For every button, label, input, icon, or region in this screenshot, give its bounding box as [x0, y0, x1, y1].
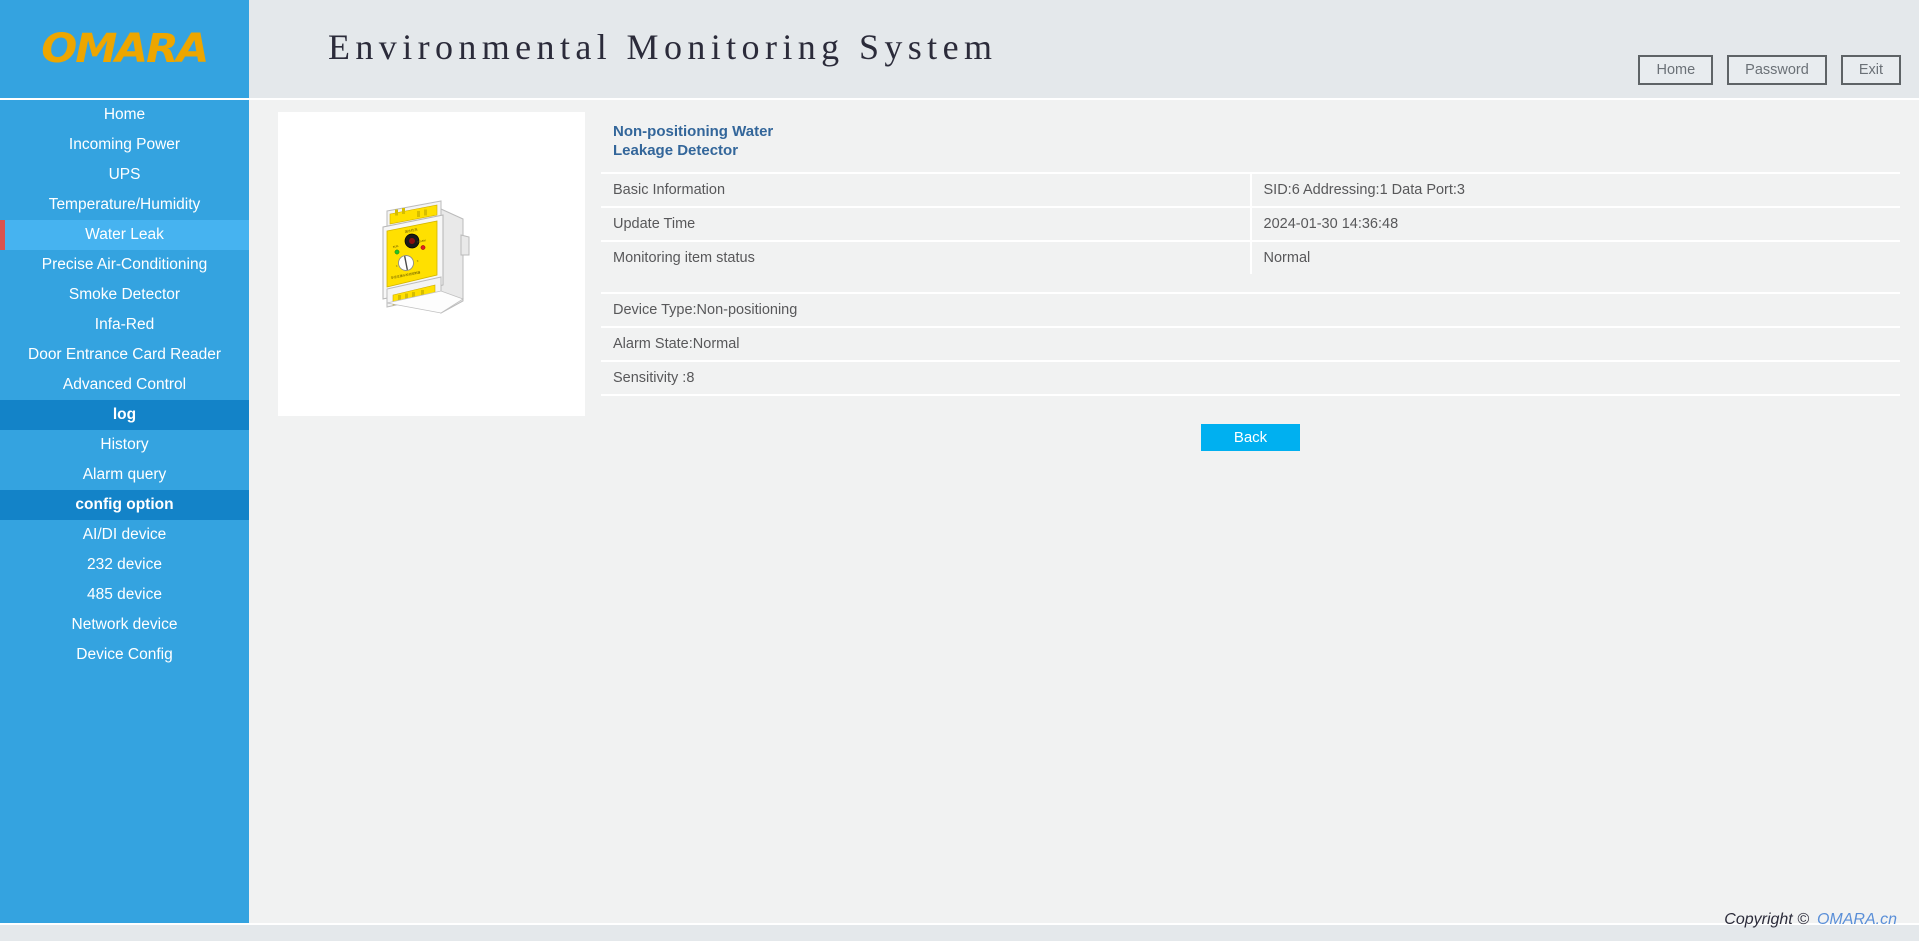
footer-bar [0, 923, 1919, 941]
sidebar-item-485-device[interactable]: 485 device [0, 580, 249, 610]
sidebar-item-alarm-query[interactable]: Alarm query [0, 460, 249, 490]
table-row: Basic Information SID:6 Addressing:1 Dat… [601, 172, 1900, 207]
device-detail-panel: 漏水检测 RUN ALARM 0 9 非定位漏水检测控制器 Non-positi… [278, 112, 1900, 451]
top-navigation: Home Password Exit [1638, 55, 1901, 85]
copyright-text: Copyright © [1724, 911, 1809, 928]
sidebar-item-ai-di-device[interactable]: AI/DI device [0, 520, 249, 550]
sidebar-item-infa-red[interactable]: Infa-Red [0, 310, 249, 340]
monitoring-item-status-label: Monitoring item status [601, 240, 1252, 274]
sidebar-item-door-entrance-card-reader[interactable]: Door Entrance Card Reader [0, 340, 249, 370]
main-content-area: 漏水检测 RUN ALARM 0 9 非定位漏水检测控制器 Non-positi… [249, 100, 1919, 925]
exit-button[interactable]: Exit [1840, 55, 1901, 85]
update-time-value: 2024-01-30 14:36:48 [1250, 206, 1900, 241]
back-button-container: Back [601, 424, 1900, 451]
device-detail-table: Device Type:Non-positioning Alarm State:… [601, 292, 1900, 396]
sidebar-item-home[interactable]: Home [0, 100, 249, 130]
sidebar-item-network-device[interactable]: Network device [0, 610, 249, 640]
sidebar-section-config-option: config option [0, 490, 249, 520]
application-window: OMARA Environmental Monitoring System Ho… [0, 0, 1919, 941]
sidebar-item-advanced-control[interactable]: Advanced Control [0, 370, 249, 400]
sensitivity-row: Sensitivity :8 [601, 360, 1900, 396]
device-title-cell: Non-positioning Water Leakage Detector [601, 112, 1900, 173]
update-time-label: Update Time [601, 206, 1252, 241]
password-button[interactable]: Password [1727, 55, 1827, 85]
alarm-state-row: Alarm State:Normal [601, 326, 1900, 361]
basic-information-value: SID:6 Addressing:1 Data Port:3 [1250, 172, 1900, 207]
table-row: Monitoring item status Normal [601, 240, 1900, 274]
sidebar-item-precise-air-conditioning[interactable]: Precise Air-Conditioning [0, 250, 249, 280]
copyright-notice: Copyright © OMARA.cn [1724, 911, 1897, 929]
sidebar-item-232-device[interactable]: 232 device [0, 550, 249, 580]
back-button[interactable]: Back [1201, 424, 1300, 451]
water-leak-detector-icon: 漏水检测 RUN ALARM 0 9 非定位漏水检测控制器 [382, 200, 469, 314]
table-row: Device Type:Non-positioning [601, 292, 1900, 327]
sidebar-item-ups[interactable]: UPS [0, 160, 249, 190]
table-row: Sensitivity :8 [601, 360, 1900, 396]
logo-container[interactable]: OMARA [0, 0, 249, 98]
omara-logo: OMARA [41, 26, 210, 72]
page-title: Environmental Monitoring System [328, 27, 998, 67]
sidebar-item-incoming-power[interactable]: Incoming Power [0, 130, 249, 160]
sidebar-item-history[interactable]: History [0, 430, 249, 460]
top-header-bar: OMARA Environmental Monitoring System Ho… [0, 0, 1919, 98]
monitoring-item-status-value: Normal [1250, 240, 1900, 274]
sidebar-section-log: log [0, 400, 249, 430]
device-title-row: Non-positioning Water Leakage Detector [601, 112, 1900, 173]
device-type-row: Device Type:Non-positioning [601, 292, 1900, 327]
brand-link[interactable]: OMARA.cn [1817, 911, 1897, 928]
sidebar-item-water-leak[interactable]: Water Leak [0, 220, 249, 250]
sidebar-item-temperature-humidity[interactable]: Temperature/Humidity [0, 190, 249, 220]
device-title: Non-positioning Water Leakage Detector [613, 123, 774, 159]
sidebar-navigation: Home Incoming Power UPS Temperature/Humi… [0, 98, 249, 925]
table-row: Alarm State:Normal [601, 326, 1900, 361]
basic-information-label: Basic Information [601, 172, 1252, 207]
device-info-table: Non-positioning Water Leakage Detector B… [601, 112, 1900, 274]
sidebar-item-smoke-detector[interactable]: Smoke Detector [0, 280, 249, 310]
home-button[interactable]: Home [1638, 55, 1714, 85]
device-image-container: 漏水检测 RUN ALARM 0 9 非定位漏水检测控制器 [278, 112, 585, 416]
sidebar-item-device-config[interactable]: Device Config [0, 640, 249, 670]
table-row: Update Time 2024-01-30 14:36:48 [601, 206, 1900, 241]
